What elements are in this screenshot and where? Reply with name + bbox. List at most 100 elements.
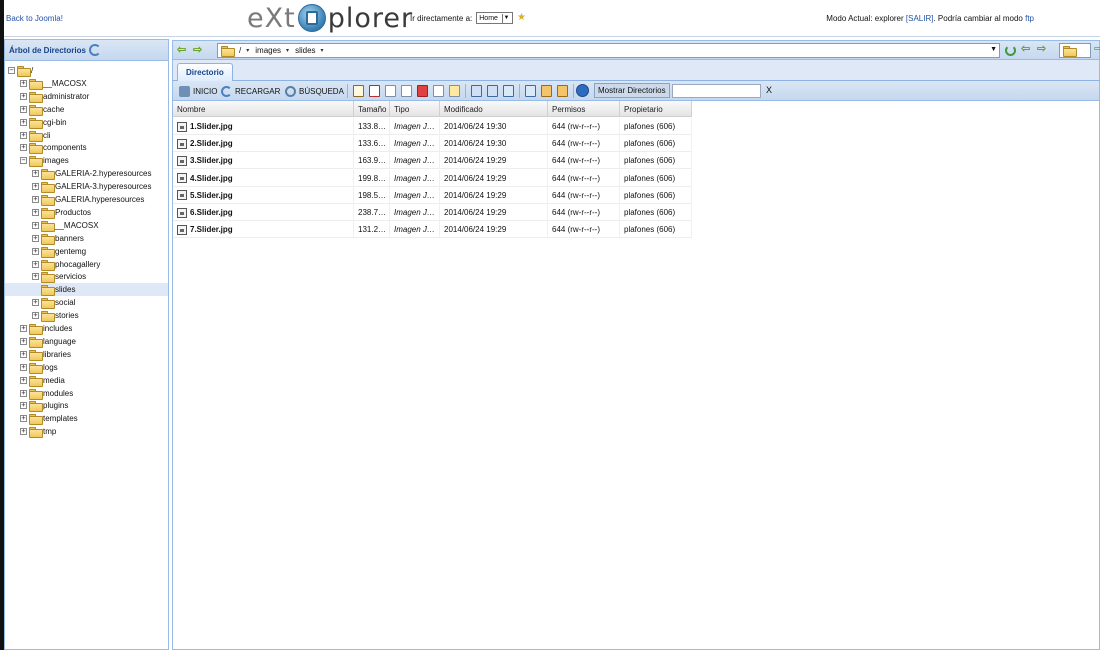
tree-node[interactable]: + GALERIA-3.hyperesources	[32, 180, 152, 194]
table-row[interactable]: 3.Slider.jpg 163.9… Imagen J… 2014/06/24 19…	[173, 152, 692, 170]
tab-directory[interactable]: Directorio	[177, 63, 233, 81]
tree-node[interactable]: + gentemg	[32, 245, 86, 258]
tree-node[interactable]: slides	[5, 283, 168, 297]
bookmark-star-icon[interactable]: ★	[517, 13, 527, 23]
new-file-icon[interactable]	[353, 85, 364, 97]
column-header-modified[interactable]: Modificado	[440, 101, 548, 117]
tree-node[interactable]: + logs	[20, 361, 58, 374]
crumb-images[interactable]: images ▾	[255, 46, 289, 55]
tree-node[interactable]: + administrator	[20, 90, 89, 103]
reload-button[interactable]: RECARGAR	[221, 84, 280, 98]
column-header-type[interactable]: Tipo	[390, 101, 440, 117]
table-row[interactable]: 2.Slider.jpg 133.6… Imagen J… 2014/06/24 19…	[173, 135, 692, 153]
expand-icon[interactable]: +	[32, 234, 39, 242]
tree-node[interactable]: + components	[20, 141, 87, 155]
expand-icon[interactable]: +	[32, 260, 39, 268]
copy-icon[interactable]	[385, 85, 396, 97]
expand-icon[interactable]: +	[20, 363, 27, 371]
details-icon[interactable]	[487, 85, 498, 97]
path-dropdown-icon[interactable]: ▼	[990, 46, 997, 53]
crumb-root[interactable]: / ▾	[239, 46, 249, 55]
tree-node[interactable]: + stories	[32, 309, 79, 323]
table-row[interactable]: 7.Slider.jpg 131.2… Imagen J… 2014/06/24 19…	[173, 221, 692, 239]
refresh-icon[interactable]	[1005, 45, 1016, 56]
tree-node[interactable]: + modules	[20, 387, 73, 400]
download-icon[interactable]	[503, 85, 514, 97]
expand-icon[interactable]: +	[20, 92, 27, 100]
forward-arrow-icon[interactable]: ⇨	[1037, 44, 1046, 55]
ftp-mode-link[interactable]: ftp	[1025, 14, 1034, 23]
expand-icon[interactable]: +	[20, 131, 27, 139]
expand-icon[interactable]: +	[32, 312, 39, 320]
expand-icon[interactable]: +	[20, 79, 27, 87]
edit-icon[interactable]	[369, 85, 380, 97]
back-arrow-icon[interactable]: ⇦	[1021, 44, 1030, 55]
tree-node[interactable]: + __MACOSX	[32, 219, 99, 232]
upload-icon[interactable]	[525, 85, 536, 97]
tree-node[interactable]: − /	[8, 64, 33, 77]
folder-selector[interactable]	[1059, 43, 1091, 58]
tree-node[interactable]: + GALERIA-2.hyperesources	[32, 167, 152, 181]
table-row[interactable]: 1.Slider.jpg 133.8… Imagen J… 2014/06/24 19…	[173, 118, 692, 135]
help-icon[interactable]	[576, 84, 589, 97]
tree-node[interactable]: + cgi-bin	[20, 116, 67, 129]
expand-icon[interactable]: +	[20, 144, 27, 152]
expand-icon[interactable]: +	[20, 376, 27, 384]
tree-reload-icon[interactable]	[88, 44, 101, 56]
go-arrow-icon[interactable]: ⇨	[1094, 44, 1100, 55]
tree-node[interactable]: + phocagallery	[32, 258, 100, 271]
column-header-permissions[interactable]: Permisos	[548, 101, 620, 117]
back-to-joomla-link[interactable]: Back to Joomla!	[6, 14, 63, 23]
tree-node[interactable]: + language	[20, 335, 76, 348]
move-icon[interactable]	[401, 85, 412, 97]
expand-icon[interactable]: +	[32, 247, 39, 255]
expand-icon[interactable]: +	[32, 196, 39, 203]
column-header-owner[interactable]: Propietario	[620, 101, 692, 117]
home-button[interactable]: INICIO	[179, 84, 217, 98]
tree-node[interactable]: + servicios	[32, 270, 86, 284]
filter-clear-button[interactable]: X	[766, 85, 772, 95]
column-header-size[interactable]: Tamaño	[354, 101, 390, 117]
expand-icon[interactable]: +	[20, 389, 27, 397]
tree-node[interactable]: + cli	[20, 129, 51, 142]
expand-icon[interactable]: +	[32, 183, 39, 191]
tree-node[interactable]: + media	[20, 374, 65, 387]
tree-node[interactable]: + templates	[20, 412, 78, 426]
tree-node[interactable]: − images	[20, 154, 69, 168]
forward-arrow-icon[interactable]: ⇨	[193, 45, 205, 56]
table-row[interactable]: 5.Slider.jpg 198.5… Imagen J… 2014/06/24 19…	[173, 186, 692, 204]
archive-icon[interactable]	[541, 85, 552, 97]
tree-node[interactable]: + cache	[20, 103, 64, 116]
tree-node[interactable]: + tmp	[20, 425, 56, 439]
column-header-name[interactable]: Nombre	[173, 101, 354, 117]
show-directories-toggle[interactable]: Mostrar Directorios	[594, 83, 670, 98]
expand-icon[interactable]: +	[20, 428, 27, 436]
tree-node[interactable]: + includes	[20, 322, 72, 335]
tree-node[interactable]: + libraries	[20, 348, 71, 361]
expand-icon[interactable]: +	[32, 299, 39, 307]
expand-icon[interactable]: +	[32, 221, 39, 229]
tree-node[interactable]: + __MACOSX	[20, 77, 87, 90]
tree-node[interactable]: + social	[32, 296, 75, 310]
tree-node[interactable]: + plugins	[20, 399, 68, 413]
expand-icon[interactable]: +	[32, 273, 39, 281]
expand-icon[interactable]: +	[20, 337, 27, 345]
filter-input[interactable]	[672, 84, 761, 98]
collapse-icon[interactable]: −	[20, 157, 27, 165]
tree-node[interactable]: + Productos	[32, 206, 91, 219]
chmod-icon[interactable]	[449, 85, 460, 97]
rename-icon[interactable]	[433, 85, 444, 97]
tree-node[interactable]: + GALERIA.hyperesources	[32, 193, 144, 206]
expand-icon[interactable]: +	[20, 415, 27, 423]
expand-icon[interactable]: +	[20, 118, 27, 126]
expand-icon[interactable]: +	[20, 350, 27, 358]
tree-node[interactable]: + banners	[32, 232, 84, 245]
expand-icon[interactable]: +	[20, 402, 27, 410]
expand-icon[interactable]: +	[20, 325, 27, 332]
expand-icon[interactable]: +	[32, 208, 39, 216]
delete-icon[interactable]	[417, 85, 428, 97]
exit-link[interactable]: [SALIR]	[906, 14, 934, 23]
goto-select[interactable]: Home ▼	[476, 12, 513, 24]
expand-icon[interactable]: +	[20, 105, 27, 113]
view-icon[interactable]	[471, 85, 482, 97]
